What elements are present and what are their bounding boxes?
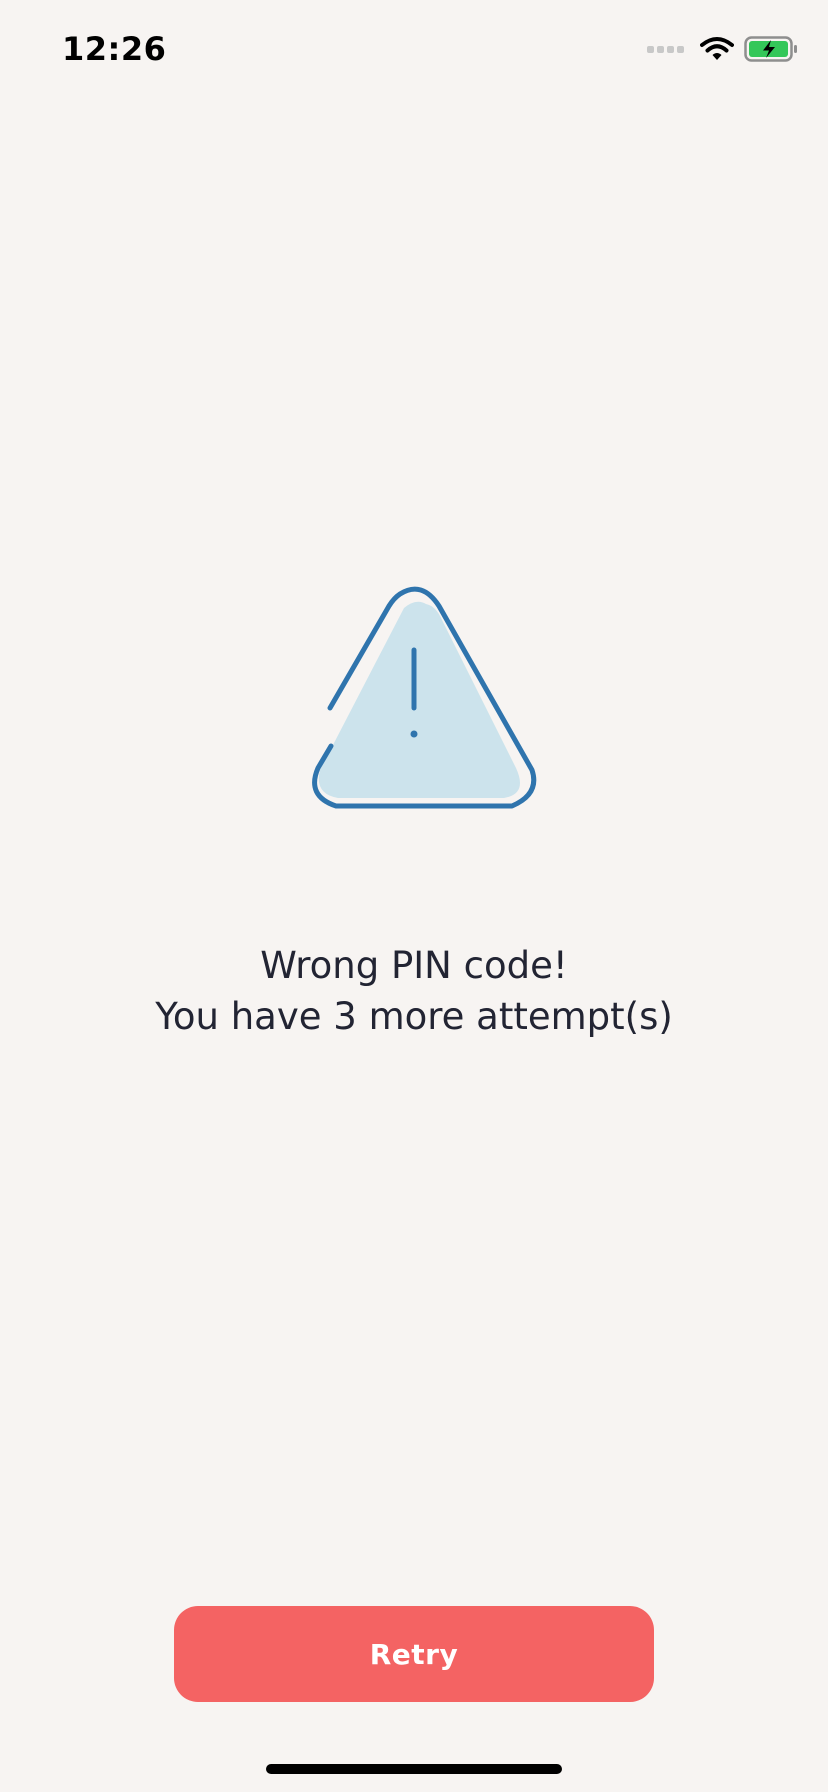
home-indicator[interactable]: [266, 1764, 562, 1774]
status-icons: [647, 34, 798, 64]
battery-charging-icon: [744, 36, 797, 62]
error-title: Wrong PIN code!: [260, 944, 568, 987]
status-bar: 12:26: [0, 0, 828, 100]
retry-button[interactable]: Retry: [174, 1606, 654, 1702]
wifi-icon: [700, 37, 734, 60]
attempts-remaining-text: You have 3 more attempt(s): [155, 995, 673, 1038]
status-time: 12:26: [62, 30, 167, 68]
cellular-signal-icon: [647, 45, 684, 53]
error-message: Wrong PIN code! You have 3 more attempt(…: [0, 940, 828, 1042]
warning-triangle-icon: [284, 580, 544, 816]
